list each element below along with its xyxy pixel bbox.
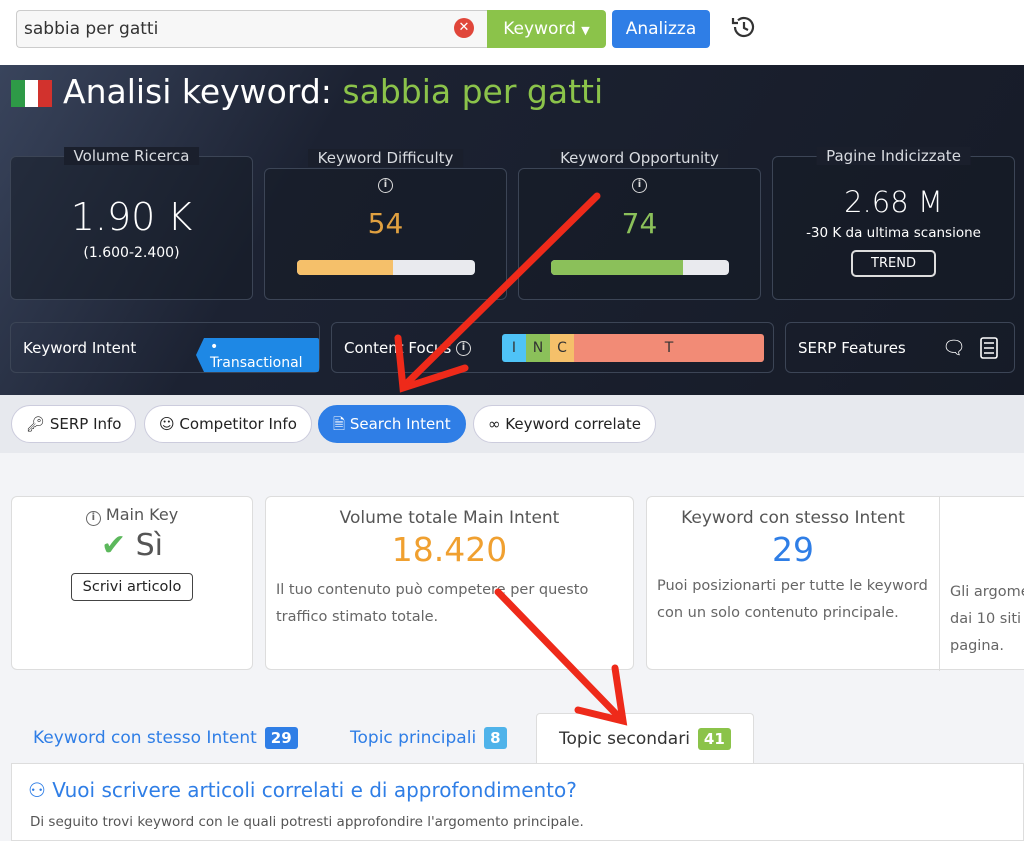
same-intent-value: 29 [772, 530, 814, 569]
main-key-value: Sì [135, 528, 164, 563]
content-focus-label: Content Focus [344, 339, 452, 357]
clear-icon[interactable]: ✕ [454, 18, 474, 38]
chat-icon[interactable]: 🗨 [942, 336, 966, 359]
info-icon[interactable]: i [456, 341, 471, 356]
opportunity-label: Keyword Opportunity [550, 149, 729, 167]
difficulty-bar [297, 260, 475, 275]
difficulty-card: Keyword Difficulty i 54 [264, 149, 507, 300]
content-focus-box: Content Focus i INCT [331, 322, 774, 373]
focus-segment-t: T [574, 334, 764, 362]
tab-keyword-correlate[interactable]: ∞ Keyword correlate [473, 405, 656, 443]
opportunity-card: Keyword Opportunity i 74 [518, 149, 761, 300]
difficulty-label: Keyword Difficulty [307, 149, 464, 167]
panel-heading: Vuoi scrivere articoli correlati e di ap… [52, 778, 577, 802]
volume-card: Volume Ricerca 1.90 K (1.600-2.400) [10, 147, 253, 300]
tab-search-intent[interactable]: 🗎 Search Intent [318, 405, 466, 443]
serp-features-box: SERP Features 🗨 [785, 322, 1015, 373]
indexed-label: Pagine Indicizzate [816, 147, 971, 165]
keyword-type-dropdown[interactable]: Keyword ▼ [487, 10, 606, 48]
info-icon[interactable]: i [378, 178, 393, 193]
competitor-icon: ☺ [159, 415, 175, 433]
opportunity-value: 74 [621, 207, 658, 240]
serp-features-label: SERP Features [798, 339, 906, 357]
write-article-button[interactable]: Scrivi articolo [70, 573, 194, 601]
opportunity-bar [551, 260, 729, 275]
keyword-intent-box: Keyword Intent • Transactional [10, 322, 320, 373]
history-icon[interactable] [728, 12, 758, 42]
secondary-topics-panel: ⚇ Vuoi scrivere articoli correlati e di … [11, 763, 1024, 841]
page-title: Analisi keyword: sabbia per gatti [63, 72, 604, 111]
trend-button[interactable]: TREND [851, 250, 936, 277]
same-intent-card: Keyword con stesso Intent 29 Puoi posizi… [646, 496, 1024, 671]
focus-segment-i: I [502, 334, 526, 362]
volume-total-value: 18.420 [391, 530, 508, 569]
info-icon[interactable]: i [632, 178, 647, 193]
chevron-down-icon: ▼ [581, 24, 590, 37]
tab-serp-info[interactable]: 🔑︎ SERP Info [11, 405, 137, 443]
info-icon[interactable]: i [85, 511, 101, 526]
infinity-icon: ∞ [488, 415, 501, 433]
panel-subtext: Di seguito trovi keyword con le quali po… [30, 814, 584, 830]
sitemap-icon: ⚇ [28, 778, 46, 802]
content-focus-bar: INCT [502, 334, 764, 362]
analyzed-keyword: sabbia per gatti [342, 72, 604, 111]
difficulty-value: 54 [367, 207, 404, 240]
volume-total-card: Volume totale Main Intent 18.420 Il tuo … [265, 496, 634, 670]
indexed-value: 2.68 M [844, 185, 943, 219]
check-icon: ✔ [100, 528, 127, 563]
indexed-change: -30 K da ultima scansione [806, 225, 981, 241]
tab-secondary-topics[interactable]: Topic secondari 41 [536, 713, 754, 763]
volume-value: 1.90 K [70, 195, 193, 239]
list-icon[interactable] [980, 337, 998, 359]
volume-range: (1.600-2.400) [83, 245, 180, 261]
search-input[interactable]: sabbia per gatti [16, 10, 487, 48]
indexed-pages-card: Pagine Indicizzate 2.68 M -30 K da ultim… [772, 147, 1015, 300]
main-key-card: i Main Key ✔ Sì Scrivi articolo [11, 496, 253, 670]
focus-segment-n: N [526, 334, 550, 362]
document-icon: 🗎 [333, 415, 346, 433]
intent-label: Keyword Intent [23, 339, 137, 357]
tab-main-topics[interactable]: Topic principali 8 [328, 713, 529, 763]
key-icon: 🔑︎ [26, 415, 46, 433]
topic-card-partial: Gli argome dai 10 siti pagina. [950, 584, 1024, 654]
tab-competitor-info[interactable]: ☺ Competitor Info [144, 405, 312, 443]
italy-flag-icon [11, 80, 53, 107]
focus-segment-c: C [550, 334, 574, 362]
keyword-type-label: Keyword [503, 19, 576, 39]
analyze-button[interactable]: Analizza [612, 10, 710, 48]
intent-badge: • Transactional [196, 338, 319, 372]
volume-label: Volume Ricerca [63, 147, 200, 165]
tab-same-intent[interactable]: Keyword con stesso Intent 29 [11, 713, 320, 763]
